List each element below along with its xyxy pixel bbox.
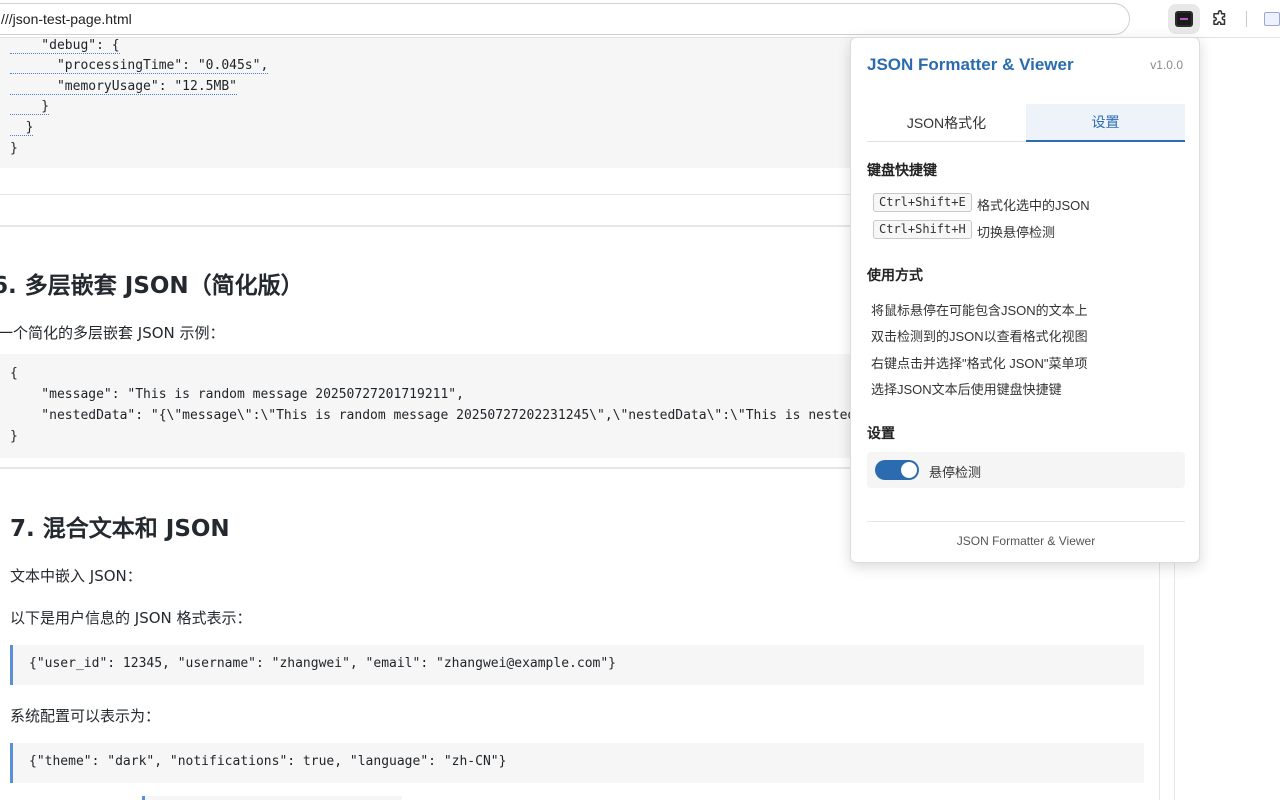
json-formatter-extension-button[interactable]	[1168, 4, 1200, 34]
settings-title: 设置	[867, 425, 895, 441]
code-line: {"theme": "dark", "notifications": true,…	[29, 754, 507, 769]
hover-detection-row: 悬停检测	[867, 452, 1185, 488]
section-7-p1: 文本中嵌入 JSON：	[10, 567, 142, 585]
code-line: }	[10, 99, 50, 115]
section-6-title: 6. 多层嵌套 JSON（简化版）	[0, 273, 304, 299]
shortcut-key: Ctrl+Shift+E	[873, 193, 972, 212]
extensions-puzzle-icon	[1213, 10, 1226, 25]
tab-json-format[interactable]: JSON格式化	[867, 104, 1026, 142]
usage-item: 将鼠标悬停在可能包含JSON的文本上	[871, 303, 1088, 318]
shortcut-desc: 切换悬停检测	[977, 225, 1056, 240]
section-7-p3: 系统配置可以表示为：	[10, 707, 161, 725]
shortcut-desc: 格式化选中的JSON	[977, 198, 1090, 213]
usage-title: 使用方式	[867, 267, 923, 283]
popup-version: v1.0.0	[1150, 58, 1183, 72]
json-formatter-popup: JSON Formatter & Viewer v1.0.0 JSON格式化 设…	[850, 37, 1200, 563]
usage-item: 选择JSON文本后使用键盘快捷键	[871, 382, 1062, 397]
json-formatter-icon	[1175, 11, 1193, 27]
hover-detection-label: 悬停检测	[929, 465, 982, 480]
code-line: "nestedData": "{\"message\":\"This is ra…	[10, 408, 856, 423]
shortcut-key: Ctrl+Shift+H	[873, 220, 972, 239]
code-line: }	[10, 141, 18, 156]
section-7-title: 7. 混合文本和 JSON	[10, 516, 230, 542]
json-quote-user: {"user_id": 12345, "username": "zhangwei…	[10, 645, 1144, 685]
code-line: {"user_id": 12345, "username": "zhangwei…	[29, 656, 616, 671]
tab-settings[interactable]: 设置	[1026, 104, 1185, 142]
toggle-knob	[901, 462, 917, 478]
usage-item: 右键点击并选择"格式化 JSON"菜单项	[871, 356, 1088, 371]
code-line: "processingTime": "0.045s",	[10, 58, 269, 74]
toolbar-separator	[1246, 11, 1247, 27]
code-line: {	[10, 366, 18, 381]
code-line: "memoryUsage": "12.5MB"	[10, 79, 237, 95]
browser-toolbar: ///json-test-page.html	[0, 0, 1280, 38]
usage-item: 双击检测到的JSON以查看格式化视图	[871, 329, 1088, 344]
url-text: ///json-test-page.html	[1, 11, 132, 27]
json-quote-partial	[142, 796, 402, 800]
json-quote-config: {"theme": "dark", "notifications": true,…	[10, 743, 1144, 783]
code-line: "debug": {	[10, 38, 120, 54]
code-line: }	[10, 120, 34, 136]
section-6-desc: 一个简化的多层嵌套 JSON 示例：	[0, 324, 225, 342]
popup-title: JSON Formatter & Viewer	[867, 55, 1074, 74]
section-7-p2: 以下是用户信息的 JSON 格式表示：	[10, 609, 252, 627]
extensions-button[interactable]	[1204, 4, 1236, 34]
popup-tabs: JSON格式化 设置	[867, 104, 1185, 142]
profile-icon[interactable]	[1264, 12, 1280, 26]
shortcuts-title: 键盘快捷键	[867, 162, 937, 178]
code-line: "message": "This is random message 20250…	[10, 387, 464, 402]
footer-divider	[867, 521, 1185, 522]
address-bar[interactable]: ///json-test-page.html	[0, 3, 1130, 35]
code-line: }	[10, 429, 18, 444]
hover-detection-toggle[interactable]	[875, 460, 919, 480]
popup-footer: JSON Formatter & Viewer	[956, 534, 1096, 548]
